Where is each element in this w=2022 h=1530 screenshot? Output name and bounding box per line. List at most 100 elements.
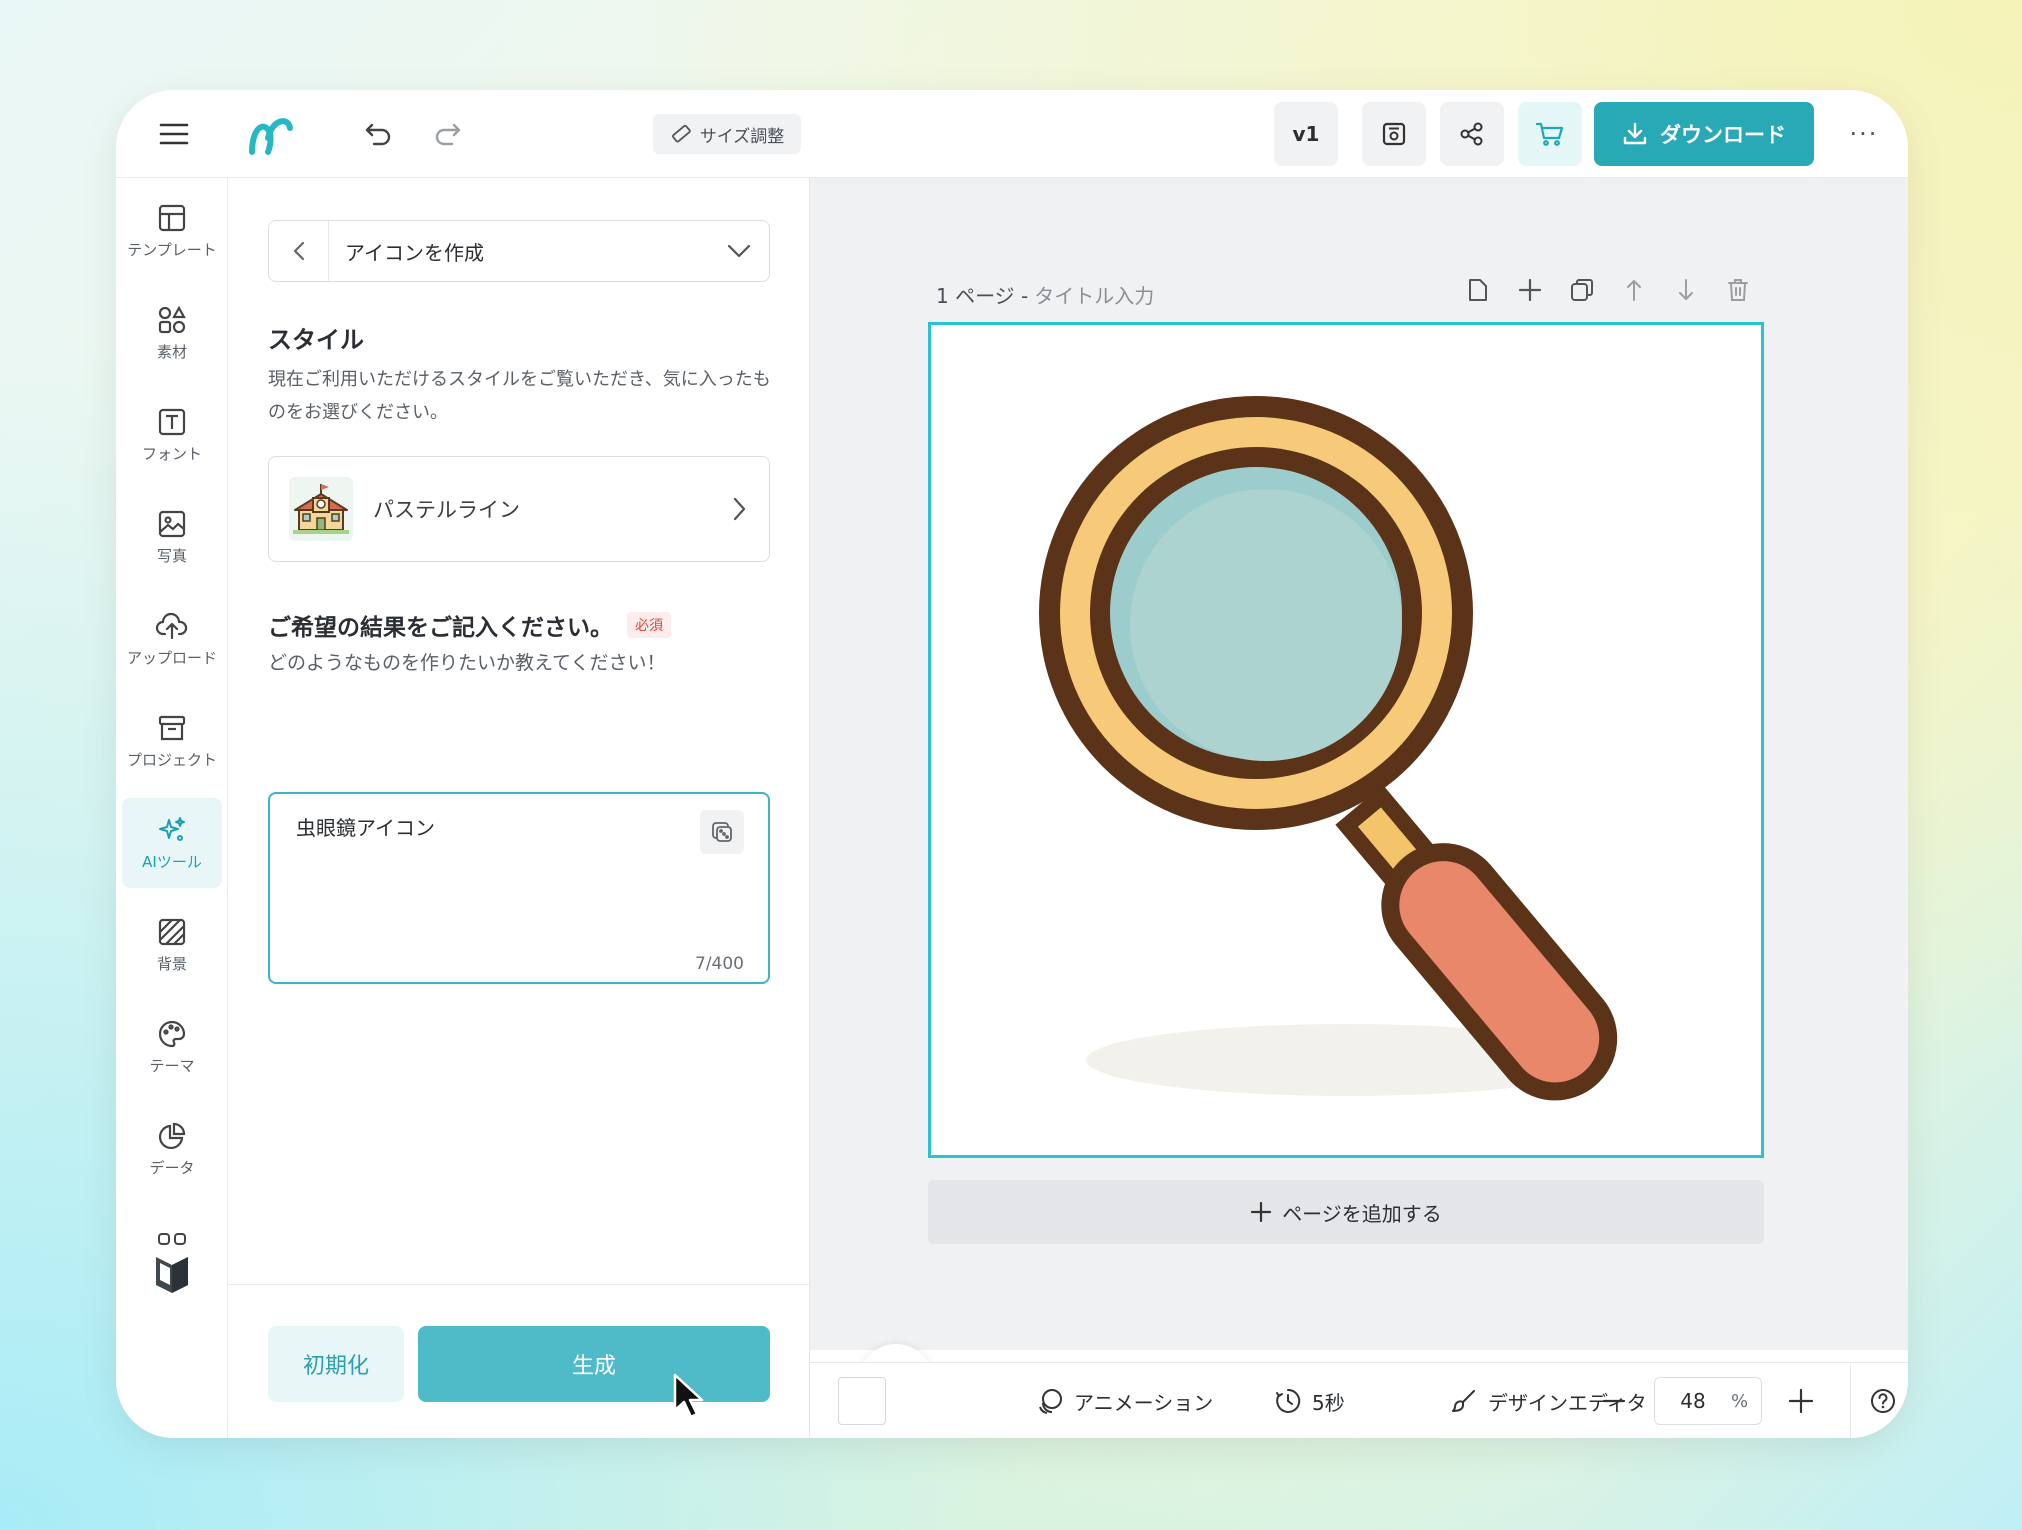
chevron-right-icon (709, 496, 769, 522)
move-up-icon[interactable] (1618, 274, 1650, 306)
magnifying-glass-illustration (1039, 396, 1618, 1101)
brand-kit-icon (156, 1257, 188, 1293)
request-description: どのようなものを作りたいか教えてください！ (268, 652, 666, 674)
add-page-button[interactable]: ページを追加する (928, 1180, 1764, 1244)
elements-icon (158, 305, 186, 333)
sidebar-item-photo[interactable]: 写真 (122, 492, 222, 582)
sidebar-item-elements[interactable]: 素材 (122, 288, 222, 378)
sidebar-item-label: プロジェクト (126, 750, 217, 769)
back-chevron-icon[interactable] (269, 221, 329, 281)
artboard[interactable] (928, 322, 1764, 1158)
ai-tool-panel: アイコンを作成 スタイル 現在ご利用いただけるスタイルをご覧いただき、気に入った… (228, 178, 810, 1438)
download-label: ダウンロード (1660, 123, 1786, 147)
hamburger-menu-icon[interactable] (154, 114, 194, 154)
style-selector[interactable]: パステルライン (268, 456, 770, 562)
palette-icon (158, 1020, 186, 1047)
resize-label: サイズ調整 (699, 126, 785, 147)
sidebar-item-data[interactable]: データ (122, 1104, 222, 1194)
reset-button[interactable]: 初期化 (268, 1326, 404, 1402)
animation-label: アニメーション (1074, 1390, 1214, 1415)
animation-button[interactable]: アニメーション (1036, 1363, 1213, 1438)
page-tools (1462, 274, 1754, 306)
template-icon (158, 204, 186, 231)
character-count: 7/400 (695, 954, 744, 974)
prompt-text: 虫眼鏡アイコン (296, 816, 435, 840)
sidebar-item-label: 素材 (156, 342, 187, 361)
sidebar-item-template[interactable]: テンプレート (122, 186, 222, 276)
mouse-cursor-icon (672, 1372, 706, 1424)
animation-icon (1039, 1389, 1062, 1414)
help-icon[interactable] (1850, 1363, 1897, 1438)
plus-icon (1251, 1201, 1272, 1223)
background-icon (158, 918, 186, 945)
resize-button[interactable]: サイズ調整 (653, 114, 801, 154)
cart-button[interactable] (1518, 102, 1582, 166)
redo-icon[interactable] (430, 116, 466, 152)
sidebar-item-label: アップロード (126, 648, 217, 667)
sidebar-item-theme[interactable]: テーマ (122, 1002, 222, 1092)
required-badge: 必須 (627, 612, 671, 638)
zoom-in-icon[interactable] (1788, 1363, 1814, 1438)
page-number: 1 ページ - (936, 284, 1029, 308)
duration-button[interactable]: 5秒 (1274, 1363, 1345, 1438)
sidebar-item-ai-tools[interactable]: AIツール (122, 798, 222, 888)
sidebar-item-label: 背景 (156, 954, 187, 973)
sidebar-item-apps[interactable] (122, 1208, 222, 1318)
save-button[interactable] (1362, 102, 1426, 166)
app-logo-icon[interactable] (244, 108, 300, 160)
bottom-toolbar: アニメーション 5秒 デザインエディタ 48 % (810, 1362, 1908, 1438)
style-section-description: 現在ご利用いただけるスタイルをご覧いただき、気に入ったものをお選びください。 (268, 369, 771, 423)
breadcrumb-title: アイコンを作成 (345, 240, 484, 265)
random-dice-icon[interactable] (700, 810, 744, 854)
zoom-input[interactable]: 48 % (1654, 1377, 1762, 1425)
share-button[interactable] (1440, 102, 1504, 166)
zoom-unit: % (1731, 1390, 1749, 1412)
move-down-icon[interactable] (1670, 274, 1702, 306)
duration-label: 5秒 (1312, 1390, 1345, 1415)
sidebar-item-background[interactable]: 背景 (122, 900, 222, 990)
chart-icon (158, 1122, 186, 1149)
canvas-area: 1 ページ - タイトル入力 ページを追加する (810, 178, 1908, 1438)
generate-button[interactable]: 生成 (418, 1326, 770, 1402)
request-title: ご希望の結果をご記入ください。 (268, 615, 613, 641)
sidebar-item-font[interactable]: フォント (122, 390, 222, 480)
clock-icon (1276, 1388, 1301, 1413)
download-button[interactable]: ダウンロード (1594, 102, 1814, 166)
add-icon[interactable] (1514, 274, 1546, 306)
school-building-icon (289, 477, 353, 541)
duplicate-icon[interactable] (1566, 274, 1598, 306)
page-title-input[interactable]: タイトル入力 (1034, 280, 1154, 309)
breadcrumb[interactable]: アイコンを作成 (268, 220, 770, 282)
sidebar-item-label: フォント (141, 444, 202, 463)
undo-icon[interactable] (360, 116, 396, 152)
sidebar-item-label: 写真 (156, 546, 187, 565)
zoom-value: 48 (1680, 1389, 1706, 1413)
upload-icon (155, 612, 188, 639)
prompt-textarea[interactable]: 虫眼鏡アイコン 7/400 (268, 792, 770, 984)
version-button[interactable]: v1 (1274, 102, 1338, 166)
sidebar-item-upload[interactable]: アップロード (122, 594, 222, 684)
sidebar-item-label: データ (149, 1158, 195, 1177)
new-page-icon[interactable] (1462, 274, 1494, 306)
zoom-out-icon[interactable] (1602, 1363, 1626, 1438)
sidebar-item-label: テンプレート (127, 240, 217, 259)
selected-style-name: パステルライン (373, 498, 520, 522)
ruler-icon (671, 124, 691, 143)
download-icon (1623, 122, 1647, 145)
panel-divider (228, 1284, 810, 1285)
style-section-title: スタイル (268, 326, 364, 354)
save-icon (1382, 122, 1406, 146)
sidebar-item-project[interactable]: プロジェクト (122, 696, 222, 786)
share-icon (1460, 122, 1483, 146)
photo-icon (158, 510, 186, 537)
chevron-down-icon[interactable] (709, 243, 769, 259)
trash-icon[interactable] (1722, 274, 1754, 306)
app-window: サイズ調整 v1 ダウンロード ··· テンプレート 素材 フォント 写真 アッ… (116, 90, 1908, 1438)
more-options-icon[interactable]: ··· (1844, 116, 1884, 152)
top-toolbar: サイズ調整 v1 ダウンロード ··· (116, 90, 1908, 178)
apps-icon (158, 1233, 186, 1245)
sidebar-item-label: テーマ (149, 1056, 195, 1075)
background-color-swatch[interactable] (838, 1377, 886, 1425)
page-header: 1 ページ - タイトル入力 (936, 280, 1154, 309)
request-heading: ご希望の結果をご記入ください。 必須 (268, 608, 671, 642)
